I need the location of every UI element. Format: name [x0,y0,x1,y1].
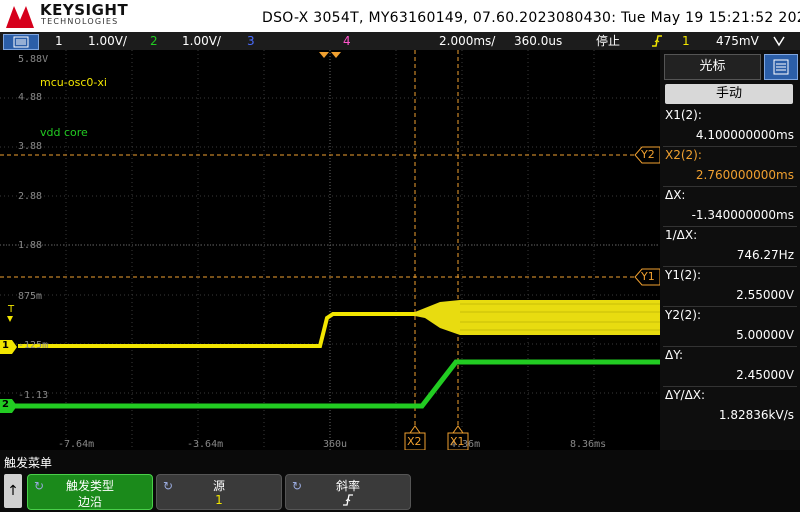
channel-status-bar: 1 1.00V/ 2 1.00V/ 3 4 2.000ms/ 360.0us 停… [0,32,800,50]
cursor-y1-label: Y1 [641,270,655,283]
ch4-number[interactable]: 4 [343,32,351,50]
y2-label: Y2(2): [665,308,702,322]
x-label-2: -3.64m [187,439,224,450]
trigger-position-marker[interactable] [319,52,329,58]
y-label-4: 2.88 [18,191,43,202]
dy-label: ΔY: [665,348,683,362]
brand-subtitle: TECHNOLOGIES [41,17,119,26]
trigger-level-marker[interactable] [7,316,13,322]
softkey-source-title: 源 [212,479,225,493]
softkey-source[interactable]: ↻ 源 1 [156,474,282,510]
softkey-trigger-type[interactable]: ↻ 触发类型 边沿 [27,474,153,510]
dydx-label: ΔY/ΔX: [665,388,706,402]
menu-icon [13,36,29,48]
softkey-slope[interactable]: ↻ 斜率 [285,474,411,510]
title-bar: KEYSIGHT TECHNOLOGIES DSO-X 3054T, MY631… [0,0,800,32]
main-menu-button[interactable] [3,34,39,50]
ch2-scale[interactable]: 1.00V/ [182,32,221,50]
timebase-scale[interactable]: 2.000ms/ [439,32,495,50]
y-label-1: 5.88V [18,54,49,65]
dy-value: 2.45000V [736,368,794,382]
ch2-marker-label: 2 [2,399,9,410]
x-label-3: 360u [323,439,348,450]
cursor-x1-label: X1 [450,435,465,448]
ch2-number[interactable]: 2 [150,32,158,50]
softkey-bar: 触发菜单 ↑ ↻ 触发类型 边沿 ↻ 源 1 ↻ 斜率 [0,450,800,512]
softkey-source-value: 1 [215,493,223,507]
y-label-5: 1.88 [18,240,43,251]
dx-value: -1.340000000ms [691,208,794,222]
y1-label: Y1(2): [665,268,702,282]
waveform-display[interactable]: 5.88V 4.88 3.88 2.88 1.88 875m -125m -1.… [0,50,660,450]
tab-cursors[interactable]: 光标 [664,54,761,80]
y2-value: 5.00000V [736,328,794,342]
x-label-1: -7.64m [58,439,95,450]
y-label-2: 4.88 [18,92,43,103]
x2-label: X2(2): [665,148,702,162]
cursor-x2-label: X2 [407,435,422,448]
run-state[interactable]: 停止 [596,32,620,50]
x1-value: 4.100000000ms [695,128,794,142]
panel-menu-button[interactable] [764,54,798,80]
ch1-marker-label: 1 [2,340,9,351]
ch3-number[interactable]: 3 [247,32,255,50]
softkey-trigger-type-value: 边沿 [77,495,102,509]
x2-value: 2.760000000ms [695,168,794,182]
y-label-7: -125m [18,340,49,351]
inv-dx-label: 1/ΔX: [665,228,698,242]
y-label-6: 875m [18,291,43,302]
menu-up-button[interactable]: ↑ [4,474,22,508]
menu-title: 触发菜单 [4,456,53,470]
keysight-logo-icon [6,6,34,28]
x1-label: X1(2): [665,108,702,122]
inv-dx-value: 746.27Hz [736,248,794,262]
softkey-trigger-type-title: 触发类型 [65,479,114,493]
dx-label: ΔX: [665,188,686,202]
waveform-graticule [0,50,660,450]
ch1-annotation: mcu-osc0-xi [40,76,107,89]
x-label-5: 8.36ms [570,439,607,450]
rising-edge-icon [286,493,410,510]
trigger-source[interactable]: 1 [682,32,690,50]
dydx-value: 1.82836kV/s [718,408,794,422]
cursor-mode-button[interactable]: 手动 [665,84,793,104]
ch1-number[interactable]: 1 [55,32,63,50]
ch2-annotation: vdd core [40,126,88,139]
instrument-info: DSO-X 3054T, MY63160149, 07.60.202308043… [262,10,800,26]
menu-icon [773,59,789,75]
ch1-scale[interactable]: 1.00V/ [88,32,127,50]
trigger-level[interactable]: 475mV [716,32,759,50]
cursor-panel: 光标 手动 X1(2): 4.100000000ms X2(2): 2.7600… [660,50,800,450]
y-label-8: -1.13 [18,390,49,401]
y1-value: 2.55000V [736,288,794,302]
softkey-slope-title: 斜率 [335,479,360,493]
trigger-level-label: T [8,304,15,315]
cursor-y2-label: Y2 [641,148,655,161]
time-delay[interactable]: 360.0us [514,32,562,50]
y-label-3: 3.88 [18,141,43,152]
